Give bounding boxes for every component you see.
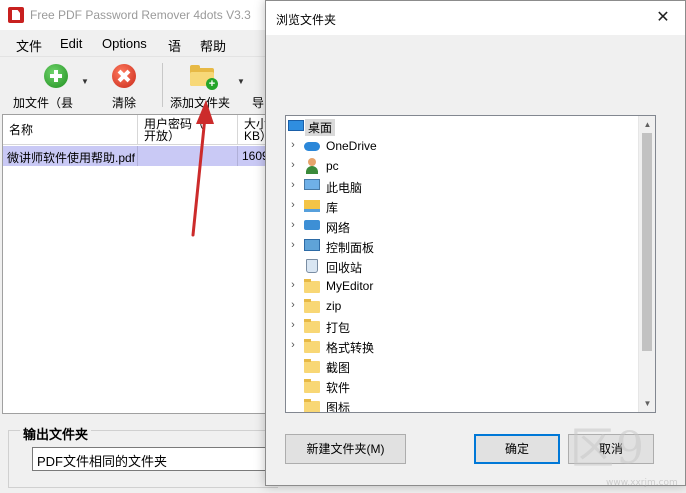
tree-item-library[interactable]: › 库 bbox=[286, 196, 638, 216]
tree-item-label: 格式转换 bbox=[326, 341, 375, 355]
expand-arrow-icon[interactable]: › bbox=[288, 139, 298, 151]
network-icon bbox=[304, 220, 320, 230]
menu-help[interactable]: 帮助 bbox=[200, 36, 226, 55]
folder-icon bbox=[304, 279, 320, 293]
recycle-bin-icon bbox=[306, 259, 318, 273]
export-button[interactable]: 导 bbox=[252, 61, 266, 111]
scroll-down-icon[interactable]: ▼ bbox=[639, 395, 655, 412]
folder-icon bbox=[304, 299, 320, 313]
watermark-logo: 区9 www.xxrjm.com bbox=[570, 423, 678, 488]
tree-item-screenshot[interactable]: 截图 bbox=[286, 356, 638, 376]
folder-icon bbox=[304, 359, 320, 373]
cloud-icon bbox=[304, 142, 320, 151]
menu-edit[interactable]: Edit bbox=[60, 36, 82, 51]
tree-item-onedrive[interactable]: › OneDrive bbox=[286, 136, 638, 156]
expand-arrow-icon[interactable]: › bbox=[288, 319, 298, 331]
folder-icon bbox=[304, 319, 320, 333]
control-panel-icon bbox=[304, 239, 320, 251]
tree-item-label: 网络 bbox=[326, 221, 351, 235]
tree-item-pc[interactable]: › pc bbox=[286, 156, 638, 176]
folder-icon bbox=[304, 339, 320, 353]
tree-item-label: 软件 bbox=[326, 381, 351, 395]
tree-item-label: 回收站 bbox=[326, 261, 363, 275]
tree-item-this-pc[interactable]: › 此电脑 bbox=[286, 176, 638, 196]
dialog-titlebar: 浏览文件夹 ✕ bbox=[266, 1, 685, 35]
expand-arrow-icon[interactable]: › bbox=[288, 239, 298, 251]
tree-item-myeditor[interactable]: › MyEditor bbox=[286, 276, 638, 296]
add-file-button[interactable]: 加文件（县 bbox=[6, 61, 80, 111]
tree-item-format-convert[interactable]: › 格式转换 bbox=[286, 336, 638, 356]
add-folder-label: 添加文件夹 bbox=[169, 96, 230, 110]
cell-name: 微讲师软件使用帮助.pdf bbox=[3, 146, 138, 166]
output-folder-label: 输出文件夹 bbox=[20, 424, 92, 443]
add-file-label: 加文件（县 bbox=[12, 96, 73, 110]
library-icon bbox=[304, 200, 320, 212]
add-folder-icon: + bbox=[190, 64, 218, 90]
folder-icon bbox=[304, 379, 320, 393]
browse-folder-dialog: 浏览文件夹 ✕ 桌面 › OneDrive › pc › 此电脑 › 库 › 网… bbox=[265, 0, 686, 486]
menu-file[interactable]: 文件 bbox=[16, 36, 42, 55]
clear-button[interactable]: 清除 bbox=[104, 61, 144, 111]
tree-item-desktop[interactable]: 桌面 bbox=[286, 116, 638, 136]
toolbar-separator bbox=[162, 63, 163, 107]
expand-arrow-icon[interactable]: › bbox=[288, 299, 298, 311]
computer-icon bbox=[304, 179, 320, 190]
cell-user-password[interactable] bbox=[138, 146, 238, 166]
tree-item-label: 控制面板 bbox=[326, 241, 375, 255]
folder-tree[interactable]: 桌面 › OneDrive › pc › 此电脑 › 库 › 网络 › 控制面板… bbox=[285, 115, 656, 413]
folder-icon bbox=[304, 399, 320, 412]
tree-item-label: 截图 bbox=[326, 361, 351, 375]
menu-language[interactable]: 语 bbox=[168, 36, 181, 55]
column-name[interactable]: 名称 bbox=[3, 115, 138, 145]
tree-item-recycle-bin[interactable]: 回收站 bbox=[286, 256, 638, 276]
scroll-up-icon[interactable]: ▲ bbox=[639, 116, 655, 133]
desktop-icon bbox=[288, 120, 304, 131]
tree-item-label: 打包 bbox=[326, 321, 351, 335]
output-folder-combo[interactable]: PDF文件相同的文件夹 bbox=[32, 447, 278, 471]
add-file-icon bbox=[44, 64, 68, 88]
clear-icon bbox=[112, 64, 136, 88]
tree-item-network[interactable]: › 网络 bbox=[286, 216, 638, 236]
add-file-dropdown-icon[interactable]: ▼ bbox=[81, 77, 89, 86]
expand-arrow-icon[interactable]: › bbox=[288, 159, 298, 171]
tree-item-control-panel[interactable]: › 控制面板 bbox=[286, 236, 638, 256]
tree-item-label: 图标 bbox=[326, 401, 351, 413]
tree-item-label: pc bbox=[326, 159, 339, 173]
tree-item-pack[interactable]: › 打包 bbox=[286, 316, 638, 336]
scrollbar-thumb[interactable] bbox=[642, 133, 652, 351]
tree-item-label: zip bbox=[326, 299, 342, 313]
app-title: Free PDF Password Remover 4dots V3.3 bbox=[30, 8, 251, 22]
new-folder-button[interactable]: 新建文件夹(M) bbox=[285, 434, 406, 464]
tree-item-label: 此电脑 bbox=[326, 181, 363, 195]
ok-button[interactable]: 确定 bbox=[474, 434, 560, 464]
tree-item-label: 桌面 bbox=[305, 119, 336, 136]
expand-arrow-icon[interactable]: › bbox=[288, 199, 298, 211]
export-label: 导 bbox=[252, 96, 265, 110]
add-folder-dropdown-icon[interactable]: ▼ bbox=[237, 77, 245, 86]
pdf-logo-icon bbox=[8, 7, 24, 23]
menu-options[interactable]: Options bbox=[102, 36, 147, 51]
expand-arrow-icon[interactable]: › bbox=[288, 219, 298, 231]
expand-arrow-icon[interactable]: › bbox=[288, 279, 298, 291]
column-user-password[interactable]: 用户密码（ 开放） bbox=[138, 115, 238, 145]
dialog-title: 浏览文件夹 bbox=[276, 13, 337, 27]
user-icon bbox=[304, 158, 320, 174]
expand-arrow-icon[interactable]: › bbox=[288, 179, 298, 191]
expand-arrow-icon[interactable]: › bbox=[288, 339, 298, 351]
tree-item-label: 库 bbox=[326, 201, 339, 215]
tree-item-label: MyEditor bbox=[326, 279, 374, 293]
tree-item-software[interactable]: 软件 bbox=[286, 376, 638, 396]
clear-label: 清除 bbox=[111, 96, 136, 110]
tree-scrollbar[interactable]: ▲ ▼ bbox=[638, 116, 655, 412]
tree-item-icons[interactable]: 图标 bbox=[286, 396, 638, 413]
tree-item-label: OneDrive bbox=[326, 139, 377, 153]
tree-item-zip[interactable]: › zip bbox=[286, 296, 638, 316]
close-icon[interactable]: ✕ bbox=[649, 5, 677, 31]
add-folder-button[interactable]: + 添加文件夹 bbox=[166, 61, 234, 111]
